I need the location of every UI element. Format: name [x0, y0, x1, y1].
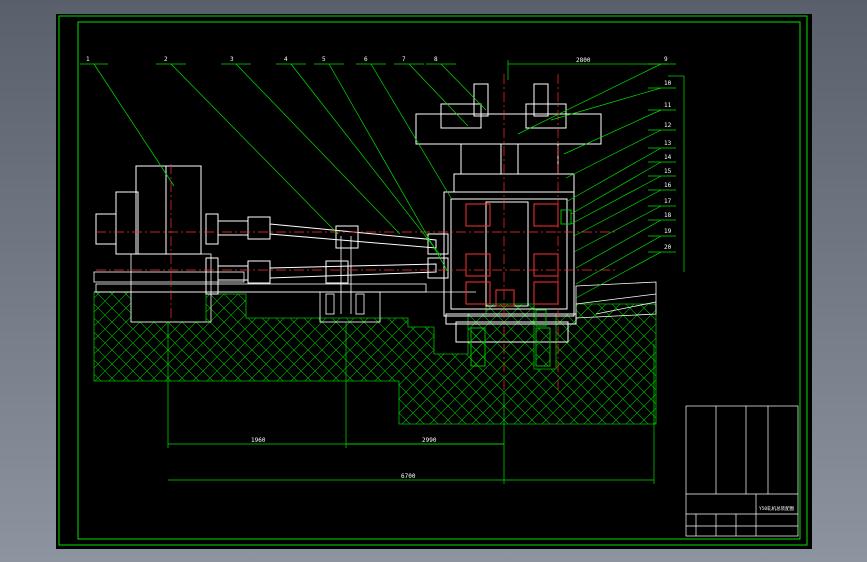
- cad-viewport[interactable]: 1 2 3 4 5 6 7 8 9 10 11 12 13 14 15 16 1…: [56, 14, 812, 549]
- callout-16: 16: [664, 182, 672, 189]
- drawing-title: Y50轧机总装配图: [759, 505, 795, 512]
- callout-14: 14: [664, 154, 672, 161]
- callout-18: 18: [664, 212, 672, 219]
- foundation-hatch: [93, 291, 657, 425]
- roll-chocks: [465, 203, 559, 307]
- callout-3: 3: [230, 56, 234, 63]
- assembly-drawing: 1 2 3 4 5 6 7 8 9 10 11 12 13 14 15 16 1…: [58, 15, 808, 546]
- spindle-support: [319, 236, 381, 323]
- inner-frame: [77, 21, 801, 540]
- callout-19: 19: [664, 228, 672, 235]
- callout-12: 12: [664, 122, 672, 129]
- dimension-2: 2990: [422, 437, 437, 444]
- callout-7: 7: [402, 56, 406, 63]
- motor: [95, 165, 202, 255]
- callout-6: 6: [364, 56, 368, 63]
- title-block-text: Y50轧机总装配图: [759, 505, 795, 512]
- callout-5: 5: [322, 56, 326, 63]
- callout-4: 4: [284, 56, 288, 63]
- callout-1: 1: [86, 56, 90, 63]
- callout-9: 9: [664, 56, 668, 63]
- callout-numbers: 1 2 3 4 5 6 7 8 9 10 11 12 13 14 15 16 1…: [86, 56, 672, 251]
- lower-spindle: [205, 257, 449, 295]
- callout-2: 2: [164, 56, 168, 63]
- dimension-4: 2800: [576, 57, 591, 64]
- title-block: [685, 405, 799, 537]
- callout-15: 15: [664, 168, 672, 175]
- dimension-1: 1960: [251, 437, 266, 444]
- callout-17: 17: [664, 198, 672, 205]
- callout-13: 13: [664, 140, 672, 147]
- callout-20: 20: [664, 244, 672, 251]
- dimension-3: 6700: [401, 473, 416, 480]
- callout-11: 11: [664, 102, 672, 109]
- callout-8: 8: [434, 56, 438, 63]
- leader-lines: [80, 63, 676, 299]
- upper-spindle: [205, 213, 449, 255]
- callout-10: 10: [664, 80, 672, 87]
